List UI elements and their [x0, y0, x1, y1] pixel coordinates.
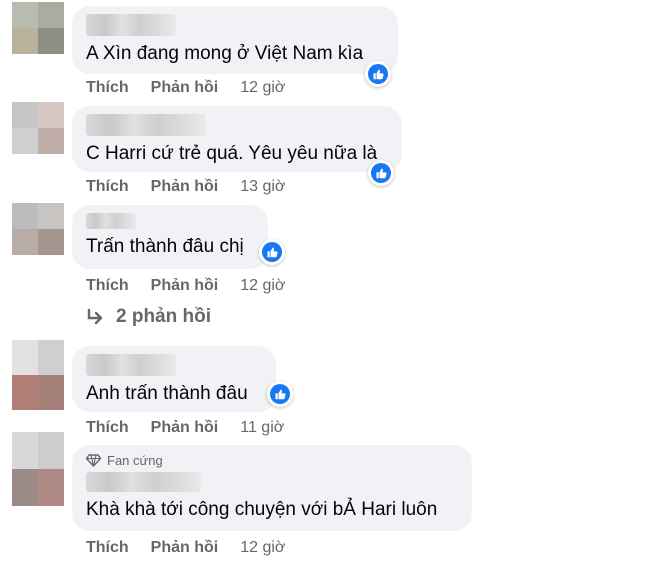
diamond-icon [86, 454, 101, 467]
timestamp[interactable]: 12 giờ [240, 539, 285, 557]
like-button[interactable]: Thích [86, 277, 129, 295]
reply-button[interactable]: Phản hồi [151, 178, 219, 196]
view-replies-link[interactable]: 2 phản hồi [86, 306, 211, 328]
avatar[interactable] [12, 2, 64, 54]
comment-bubble: C Harri cứ trẻ quá. Yêu yêu nữa là [72, 106, 402, 172]
author-name-blurred[interactable] [86, 354, 176, 376]
comment-bubble: A Xìn đang mong ở Việt Nam kìa [72, 6, 398, 74]
timestamp[interactable]: 12 giờ [240, 79, 285, 97]
author-name-blurred[interactable] [86, 472, 201, 492]
avatar[interactable] [12, 432, 64, 506]
like-button[interactable]: Thích [86, 539, 129, 557]
timestamp[interactable]: 12 giờ [240, 277, 285, 295]
top-fan-badge: Fan cứng [86, 453, 458, 468]
comment-text: A Xìn đang mong ở Việt Nam kìa [86, 43, 364, 64]
avatar[interactable] [12, 340, 64, 410]
comment-bubble: Anh trấn thành đâu [72, 346, 276, 412]
replies-count: 2 phản hồi [116, 306, 211, 327]
author-name-blurred[interactable] [86, 14, 176, 36]
reply-button[interactable]: Phản hồi [151, 79, 219, 97]
comment-actions: Thích Phản hồi 12 giờ [86, 276, 285, 296]
reply-arrow-icon [87, 308, 103, 325]
like-button[interactable]: Thích [86, 79, 129, 97]
comment-actions: Thích Phản hồi 11 giờ [86, 418, 284, 438]
like-reaction-icon[interactable] [365, 61, 391, 87]
like-reaction-icon[interactable] [267, 381, 293, 407]
comment-bubble: Fan cứng Khà khà tới công chuyện với bẢ … [72, 445, 472, 531]
like-reaction-icon[interactable] [259, 239, 285, 265]
comment-text: Trấn thành đâu chị [86, 236, 244, 257]
badge-label: Fan cứng [107, 453, 163, 468]
comment-text: C Harri cứ trẻ quá. Yêu yêu nữa là [86, 143, 378, 164]
comment-text: Khà khà tới công chuyện với bẢ Hari luôn [86, 499, 438, 520]
comment-actions: Thích Phản hồi 12 giờ [86, 538, 285, 558]
like-button[interactable]: Thích [86, 419, 129, 437]
timestamp[interactable]: 11 giờ [240, 419, 284, 437]
like-reaction-icon[interactable] [368, 160, 394, 186]
avatar[interactable] [12, 203, 64, 255]
like-button[interactable]: Thích [86, 178, 129, 196]
avatar[interactable] [12, 102, 64, 154]
comment-text: Anh trấn thành đâu [86, 383, 248, 404]
reply-button[interactable]: Phản hồi [151, 419, 219, 437]
author-name-blurred[interactable] [86, 114, 206, 136]
author-name-blurred[interactable] [86, 213, 136, 229]
reply-button[interactable]: Phản hồi [151, 277, 219, 295]
reply-button[interactable]: Phản hồi [151, 539, 219, 557]
comment-bubble: Trấn thành đâu chị [72, 205, 268, 269]
comment-actions: Thích Phản hồi 13 giờ [86, 177, 285, 197]
timestamp[interactable]: 13 giờ [240, 178, 285, 196]
comment-actions: Thích Phản hồi 12 giờ [86, 78, 285, 98]
